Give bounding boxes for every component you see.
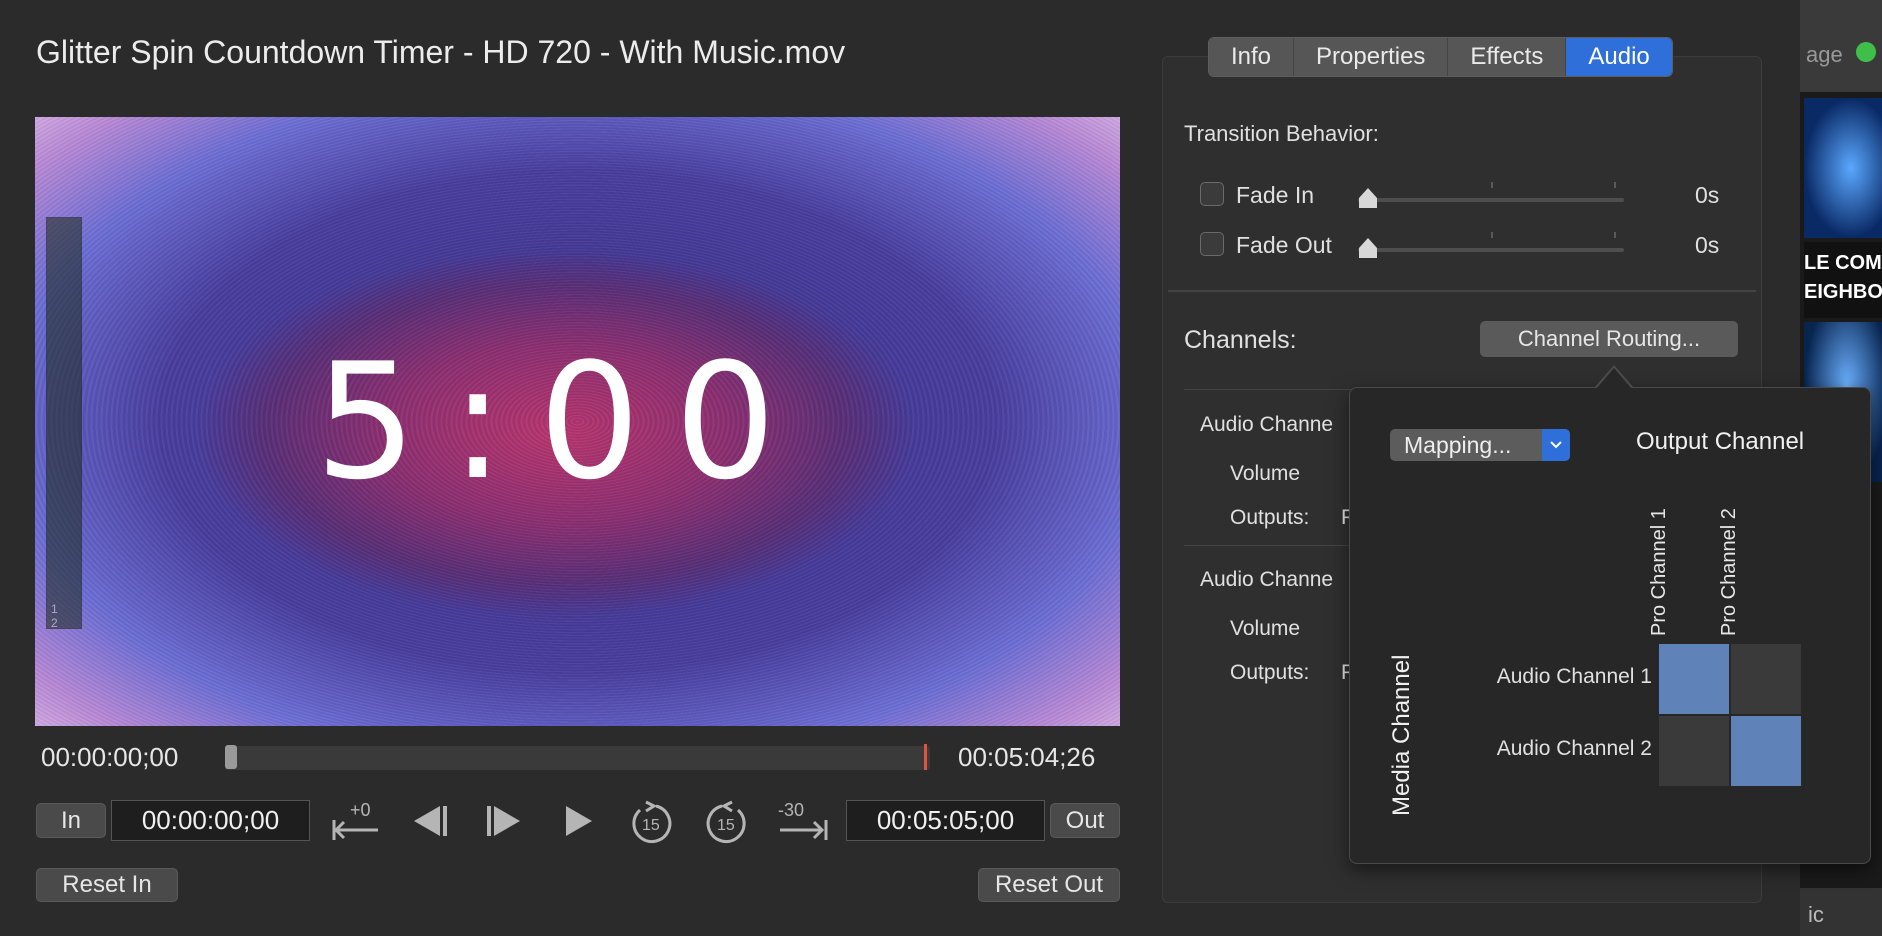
nudge-forward-icon: -30 — [778, 800, 828, 840]
in-time-field[interactable]: 00:00:00;00 — [111, 800, 310, 841]
step-back-button[interactable] — [408, 800, 452, 842]
fade-in-label: Fade In — [1236, 182, 1314, 208]
set-in-button[interactable]: In — [36, 803, 106, 838]
fade-in-value: 0s — [1695, 182, 1720, 208]
out-time-field[interactable]: 00:05:05;00 — [846, 800, 1045, 841]
tab-info[interactable]: Info — [1209, 38, 1295, 76]
media-channel-2-label: Audio Channel 2 — [1496, 737, 1652, 760]
set-out-button[interactable]: Out — [1050, 803, 1120, 838]
fade-in-tick-end — [1614, 182, 1616, 188]
countdown-text: 5:00 — [314, 328, 811, 515]
audio-level-meter: 1 2 — [46, 217, 82, 630]
video-preview[interactable]: 5:00 1 2 — [35, 117, 1120, 726]
fade-out-slider-knob[interactable] — [1357, 236, 1379, 260]
reset-out-button[interactable]: Reset Out — [978, 868, 1120, 902]
chevron-down-icon — [1542, 429, 1570, 461]
channel-1-outputs-label: Outputs: — [1230, 506, 1310, 529]
fade-in-slider-knob[interactable] — [1357, 186, 1379, 210]
mapping-dropdown-label: Mapping... — [1404, 431, 1512, 458]
output-channel-header: Output Channel — [1636, 428, 1805, 455]
channel-divider-2 — [1184, 545, 1364, 546]
thumbnail-1[interactable] — [1804, 98, 1882, 238]
background-header-text: age — [1806, 42, 1843, 67]
popover-arrow-fill — [1596, 368, 1632, 389]
fade-in-slider-track[interactable] — [1358, 198, 1624, 202]
output-channel-2-label: Pro Channel 2 — [1718, 508, 1740, 636]
media-channel-header: Media Channel — [1388, 654, 1415, 816]
thumbnail-2-line1: LE COM — [1804, 252, 1882, 274]
fade-in-checkbox[interactable] — [1200, 182, 1224, 206]
step-forward-button[interactable] — [482, 800, 526, 842]
channel-2-volume-label: Volume — [1230, 617, 1301, 640]
channel-1-title: Audio Channe — [1200, 413, 1334, 436]
media-channel-1-label: Audio Channel 1 — [1496, 665, 1652, 688]
transition-behavior-label: Transition Behavior: — [1184, 121, 1379, 146]
thumbnail-2-line2: EIGHBO — [1804, 281, 1882, 303]
meter-channel-labels: 1 2 — [51, 602, 64, 630]
reset-in-button[interactable]: Reset In — [36, 868, 178, 902]
skip-forward-button[interactable]: 15 — [702, 796, 750, 846]
status-indicator-icon — [1856, 42, 1876, 62]
tab-audio[interactable]: Audio — [1566, 38, 1672, 76]
channels-label: Channels: — [1184, 326, 1297, 354]
nudge-back-button[interactable]: +0 — [330, 798, 384, 844]
fade-out-label: Fade Out — [1236, 232, 1332, 258]
skip-back-label: 15 — [642, 817, 660, 834]
nudge-forward-button[interactable]: -30 — [774, 798, 832, 844]
skip-forward-label: 15 — [717, 817, 735, 834]
routing-cell-1-1[interactable] — [1659, 644, 1729, 714]
step-forward-icon — [487, 806, 520, 836]
timeline-scrubber[interactable] — [225, 746, 930, 770]
start-timecode: 00:00:00;00 — [41, 742, 179, 772]
playhead-handle[interactable] — [225, 745, 237, 769]
step-back-icon — [414, 806, 447, 836]
fade-out-slider-track[interactable] — [1358, 248, 1624, 252]
section-divider — [1168, 290, 1756, 292]
skip-back-15-icon: 15 — [632, 800, 672, 843]
channel-routing-button[interactable]: Channel Routing... — [1480, 321, 1738, 357]
fade-in-tick-mid — [1491, 182, 1493, 188]
routing-cell-2-1[interactable] — [1659, 716, 1729, 786]
routing-cell-1-2[interactable] — [1731, 644, 1801, 714]
channel-routing-popover: Mapping... Output Channel Pro Channel 1 … — [1349, 387, 1871, 864]
fade-out-checkbox[interactable] — [1200, 232, 1224, 256]
out-point-marker[interactable] — [924, 744, 927, 770]
channel-2-outputs-label: Outputs: — [1230, 661, 1310, 684]
channel-2-title: Audio Channe — [1200, 568, 1334, 591]
channel-1-volume-label: Volume — [1230, 462, 1301, 485]
nudge-back-icon: +0 — [332, 800, 378, 840]
tab-properties[interactable]: Properties — [1294, 38, 1449, 76]
skip-back-button[interactable]: 15 — [628, 796, 676, 846]
thumbnail-2[interactable]: LE COM EIGHBO — [1804, 242, 1882, 318]
channel-divider-1 — [1184, 389, 1364, 390]
play-icon — [566, 806, 592, 836]
background-footer-text: ic — [1808, 902, 1824, 927]
output-channel-1-label: Pro Channel 1 — [1648, 508, 1670, 636]
tab-effects[interactable]: Effects — [1448, 38, 1567, 76]
nudge-forward-label: -30 — [778, 800, 804, 820]
play-button[interactable] — [558, 800, 598, 842]
nudge-back-label: +0 — [350, 800, 371, 820]
fade-out-tick-end — [1614, 232, 1616, 238]
skip-forward-15-icon: 15 — [706, 800, 746, 843]
end-timecode: 00:05:04;26 — [958, 742, 1096, 772]
fade-out-tick-mid — [1491, 232, 1493, 238]
inspector-tabs: Info Properties Effects Audio — [1208, 37, 1673, 77]
window-title: Glitter Spin Countdown Timer - HD 720 - … — [36, 34, 846, 70]
mapping-dropdown[interactable]: Mapping... — [1390, 429, 1570, 461]
fade-out-value: 0s — [1695, 232, 1720, 258]
routing-cell-2-2[interactable] — [1731, 716, 1801, 786]
